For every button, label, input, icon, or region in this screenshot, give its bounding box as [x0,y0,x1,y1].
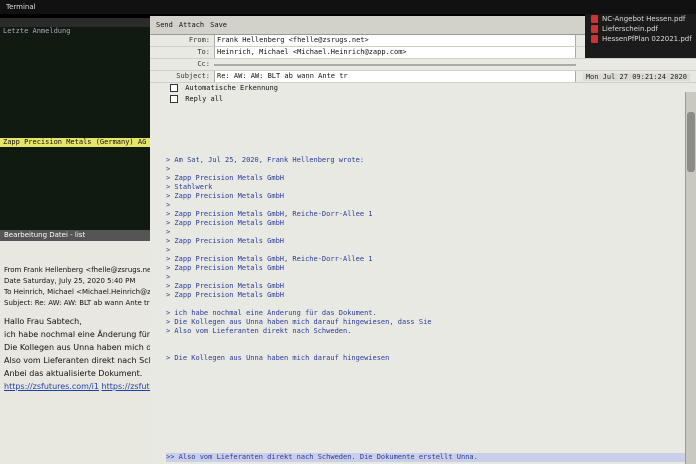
body-line: > Zapp Precision Metals GmbH [166,219,285,227]
body-line [166,408,696,417]
body-line: > Zapp Precision Metals GmbH [166,291,285,299]
to-input[interactable]: Heinrich, Michael <Michael.Heinrich@zapp… [214,47,576,58]
reader-header: Bearbeitung Datei - list [0,230,175,241]
body-line [166,345,696,354]
cc-field: Cc: [150,59,696,71]
reader-links: https://zsfutures.com/i1 https://zsfutur… [0,380,175,393]
send-button[interactable]: Send [156,21,173,29]
reader-subject: Subject: Re: AW: AW: BLT ab wann Ante tr [4,299,150,307]
body-line [166,426,696,435]
body-line: > Zapp Precision Metals GmbH [166,237,285,245]
from-input[interactable]: Frank Hellenberg <fhelle@zsrugs.net> [214,35,576,46]
message-reader: Bearbeitung Datei - list From Frank Hell… [0,230,175,464]
compose-body[interactable]: > Am Sat, Jul 25, 2020, Frank Hellenberg… [166,156,696,464]
body-line: > [166,228,171,236]
reader-link[interactable]: https://zsfutures.com/i1 [4,382,99,391]
terminal-line [0,18,150,27]
reader-paragraph: Die Kollegen aus Unna haben mich darauf … [4,343,175,352]
cc-input[interactable] [214,63,576,66]
body-line [166,300,696,309]
body-line [166,336,696,345]
file-item[interactable]: HessenPfPlan 022021.pdf [585,34,696,44]
option-label: Automatische Erkennung [185,84,278,92]
body-line [166,372,696,381]
reader-paragraph: Also vom Lieferanten direkt nach Schwede… [4,356,175,365]
body-line: > Stahlwerk [166,183,213,191]
body-line: > [166,246,171,254]
body-line: > Zapp Precision Metals GmbH, Reiche-Dor… [166,255,373,263]
body-line: > Zapp Precision Metals GmbH, Reiche-Dor… [166,210,373,218]
file-name: NC-Angebot Hessen.pdf [602,15,686,23]
from-label: From: [188,36,210,44]
body-line [166,399,696,408]
reader-paragraph: Anbei das aktualisierte Dokument. [4,369,143,378]
to-label: To: [197,48,210,56]
option-checkbox[interactable] [170,95,178,103]
reader-greeting: Hallo Frau Sabtech, [4,317,82,326]
body-line: > [166,165,171,173]
body-line [166,381,696,390]
subject-input[interactable]: Re: AW: AW: BLT ab wann Ante tr [214,71,576,82]
compose-date: Mon Jul 27 09:21:24 2020 [582,73,690,81]
terminal-highlight[interactable]: Zapp Precision Metals (Germany) AG [0,138,150,147]
cc-label: Cc: [197,60,210,68]
body-line: > Zapp Precision Metals GmbH [166,282,285,290]
scrollbar[interactable] [685,92,696,464]
pdf-icon [591,25,598,33]
body-line [166,417,696,426]
terminal-line: Letzte Anmeldung [3,27,71,35]
body-line [166,444,696,453]
option-row: Reply all [150,94,696,105]
option-row: Automatische Erkennung [150,83,696,94]
pdf-icon [591,15,598,23]
body-line: > Zapp Precision Metals GmbH [166,192,285,200]
scrollbar-thumb[interactable] [687,112,695,172]
file-item[interactable]: NC-Angebot Hessen.pdf [585,14,696,24]
pdf-icon [591,35,598,43]
menubar: Terminal [0,0,696,14]
subject-label: Subject: [176,72,210,80]
file-name: HessenPfPlan 022021.pdf [602,35,692,43]
body-line [166,435,696,444]
file-name: Lieferschein.pdf [602,25,658,33]
body-line: > ich habe nochmal eine Änderung für das… [166,309,377,317]
body-line: > Am Sat, Jul 25, 2020, Frank Hellenberg… [166,156,365,164]
body-line: > Die Kollegen aus Unna haben mich darau… [166,354,390,362]
body-line: >> Also vom Lieferanten direkt nach Schw… [166,453,696,462]
body-line [166,390,696,399]
reader-from: From Frank Hellenberg <fhelle@zsrugs.net… [4,266,160,274]
attach-button[interactable]: Attach [179,21,204,29]
app-name[interactable]: Terminal [6,3,36,11]
file-panel: NC-Angebot Hessen.pdf Lieferschein.pdf H… [585,14,696,58]
reader-to: To Heinrich, Michael <Michael.Heinrich@z… [4,288,175,296]
body-line: > [166,201,171,209]
reader-date: Date Saturday, July 25, 2020 5:40 PM [4,277,136,285]
body-line: > Zapp Precision Metals GmbH [166,174,285,182]
option-checkbox[interactable] [170,84,178,92]
option-label: Reply all [185,95,224,103]
body-line: > Zapp Precision Metals GmbH [166,264,285,272]
body-line [166,363,696,372]
reader-paragraph: ich habe nochmal eine Änderung für das D… [4,330,175,339]
body-line: > Also vom Lieferanten direkt nach Schwe… [166,327,352,335]
body-line: > [166,273,171,281]
body-line: > Die Kollegen aus Unna haben mich darau… [166,318,432,326]
file-item[interactable]: Lieferschein.pdf [585,24,696,34]
compose-window: Send Attach Save From: Frank Hellenberg … [150,16,696,464]
save-button[interactable]: Save [210,21,227,29]
